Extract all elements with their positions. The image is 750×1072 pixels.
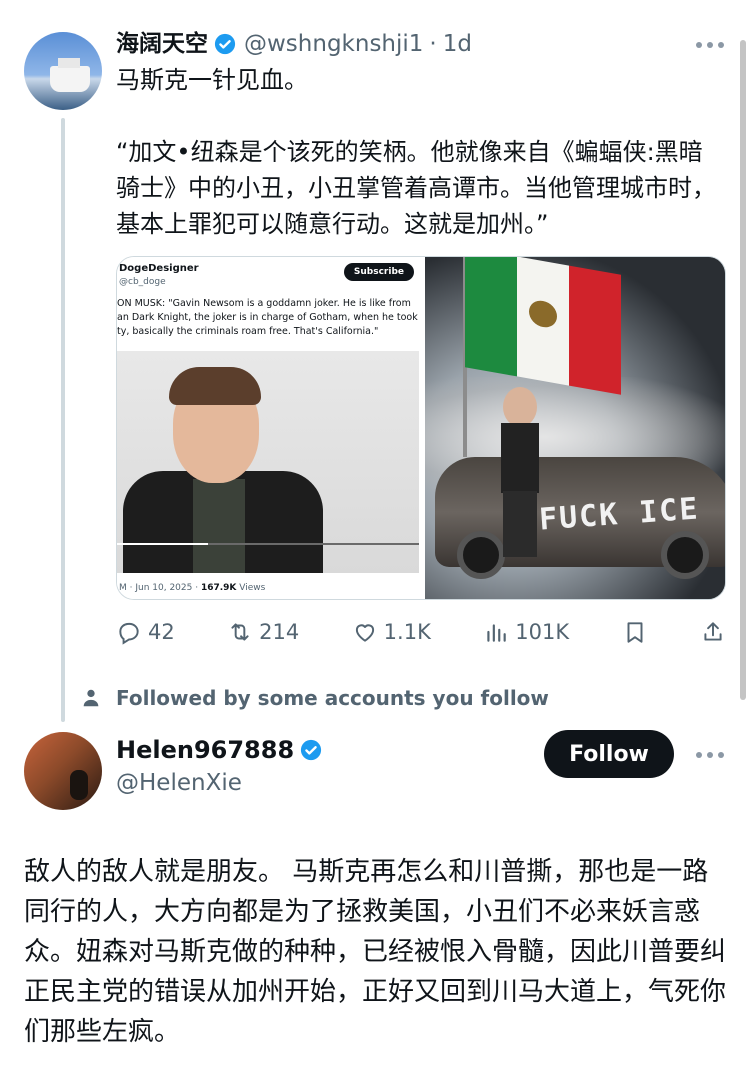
man-figure (497, 387, 541, 563)
follow-button[interactable]: Follow (544, 730, 674, 778)
display-name[interactable]: 海阔天空 (116, 28, 208, 60)
screenshot-subscribe-button: Subscribe (343, 263, 414, 281)
bar-chart-icon (487, 624, 507, 642)
verified-badge-icon (301, 739, 322, 761)
screenshot-quote: ON MUSK: "Gavin Newsom is a goddamn joke… (117, 298, 418, 337)
screenshot-author: DogeDesigner (119, 263, 199, 274)
reply-icon (119, 622, 139, 645)
more-options-icon[interactable] (696, 752, 724, 758)
retweet-icon (231, 623, 249, 641)
media-photo[interactable]: FUCK ICE (425, 257, 725, 599)
retweet-button[interactable]: 214 (227, 619, 299, 645)
screenshot-photo (117, 351, 419, 573)
screenshot-date: M · Jun 10, 2025 · (119, 583, 199, 593)
avatar[interactable] (24, 32, 102, 110)
view-count: 101K (515, 620, 570, 644)
bookmark-icon (627, 622, 643, 643)
timestamp[interactable]: 1d (443, 28, 472, 60)
heart-icon (355, 624, 374, 642)
views-button[interactable]: 101K (483, 619, 569, 645)
bookmark-button[interactable] (622, 619, 648, 645)
retweet-count: 214 (259, 620, 300, 644)
screenshot-footer: M · Jun 10, 2025 · 167.9K Views (119, 583, 265, 593)
screenshot-views: 167.9K (200, 583, 237, 593)
screenshot-views-label: Views (239, 583, 266, 593)
share-button[interactable] (700, 619, 726, 645)
followed-notice: Followed by some accounts you follow (80, 686, 549, 710)
like-count: 1.1K (383, 620, 431, 644)
media-screenshot[interactable]: DogeDesigner @cb_doge Subscribe ON MUSK:… (117, 257, 425, 599)
avatar-helen[interactable] (24, 732, 102, 810)
mexico-flag (465, 257, 621, 395)
tweet-header: 海阔天空 @wshngknshji1 · 1d (116, 28, 472, 60)
separator: · (429, 31, 437, 57)
ship-image (50, 58, 90, 92)
reply-count: 42 (148, 620, 175, 644)
tweet-1[interactable]: 海阔天空 @wshngknshji1 · 1d 马斯克一针见血。 “加文•纽森是… (0, 0, 750, 722)
handle-helen[interactable]: @HelenXie (116, 770, 242, 796)
tweet-text: 马斯克一针见血。 “加文•纽森是个该死的笑柄。他就像来自《蝙蝠侠:黑暗骑士》中的… (116, 66, 716, 238)
action-bar: 42 214 1.1K 101K (116, 612, 726, 652)
verified-badge-icon (214, 33, 236, 55)
person-shirt (193, 479, 245, 573)
followed-notice-text: Followed by some accounts you follow (116, 686, 549, 710)
media-grid[interactable]: DogeDesigner @cb_doge Subscribe ON MUSK:… (116, 256, 726, 600)
display-name-helen[interactable]: Helen967888 (116, 736, 294, 764)
person-icon (83, 689, 99, 707)
like-button[interactable]: 1.1K (352, 619, 431, 645)
person-hair (169, 367, 261, 405)
reply-button[interactable]: 42 (116, 619, 175, 645)
thread-line (61, 118, 65, 722)
more-options-icon[interactable] (696, 42, 724, 48)
tweet-text-2: 敌人的敌人就是朋友。 马斯克再怎么和川普撕，那也是一路同行的人，大方向都是为了拯… (24, 857, 727, 1047)
screenshot-handle: @cb_doge (119, 277, 166, 287)
display-name-2: Helen967888 (116, 736, 330, 764)
share-icon (704, 622, 722, 641)
video-progress-fill (117, 543, 208, 545)
handle[interactable]: @wshngknshji1 (244, 28, 423, 60)
